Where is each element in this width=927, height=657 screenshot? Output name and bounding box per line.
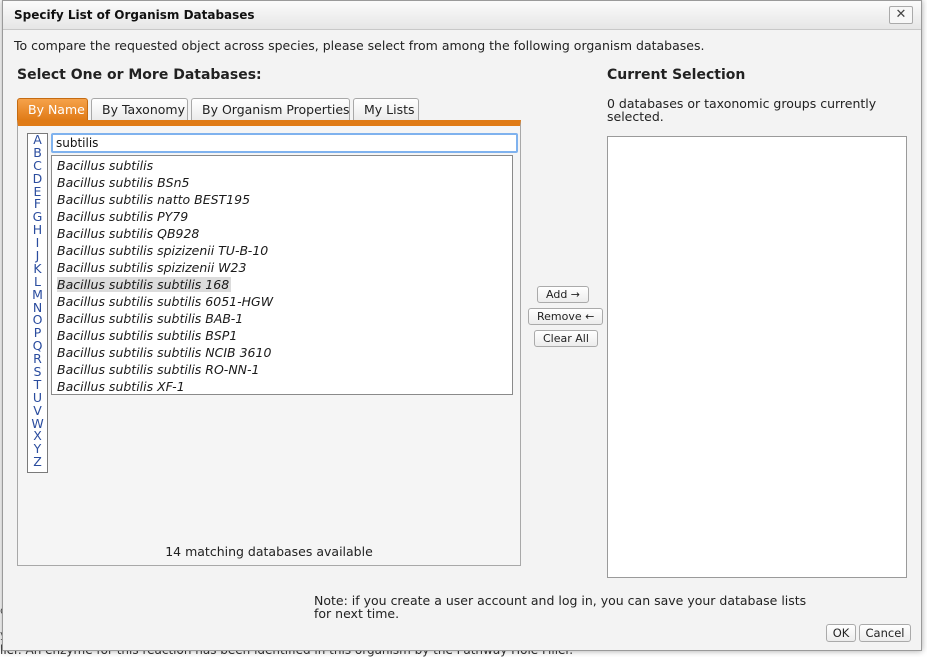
ok-button[interactable]: OK: [826, 624, 856, 642]
list-item[interactable]: Bacillus subtilis XF-1: [52, 378, 512, 395]
list-item-label: Bacillus subtilis subtilis BSP1: [57, 328, 238, 343]
remove-button[interactable]: Remove ←: [528, 308, 604, 325]
select-databases-heading: Select One or More Databases:: [17, 67, 262, 83]
selection-status-text: 0 databases or taxonomic groups currentl…: [607, 96, 877, 124]
list-item-label: Bacillus subtilis spizizenii W23: [57, 260, 247, 275]
close-button[interactable]: ✕: [889, 6, 913, 24]
list-item-label: Bacillus subtilis spizizenii TU-B-10: [57, 243, 269, 258]
list-item-label: Bacillus subtilis BSn5: [57, 175, 190, 190]
add-button[interactable]: Add →: [537, 286, 590, 303]
tab-by-name[interactable]: By Name: [17, 98, 88, 120]
matching-databases-list[interactable]: Bacillus subtilis Bacillus subtilis BSn5 B…: [51, 155, 513, 395]
list-item-label: Bacillus subtilis QB928: [57, 226, 200, 241]
organism-databases-dialog: Specify List of Organism Databases ✕ To …: [2, 0, 922, 651]
list-item[interactable]: Bacillus subtilis subtilis RO-NN-1: [52, 361, 512, 378]
organism-search-input[interactable]: [51, 133, 518, 153]
list-item[interactable]: Bacillus subtilis natto BEST195: [52, 191, 512, 208]
list-item[interactable]: Bacillus subtilis subtilis BAB-1: [52, 310, 512, 327]
tab-by-organism-properties[interactable]: By Organism Properties: [191, 98, 350, 120]
match-count-text: 14 matching databases available: [165, 544, 373, 559]
list-item[interactable]: Bacillus subtilis subtilis 6051-HGW: [52, 293, 512, 310]
list-item-label: Bacillus subtilis subtilis 6051-HGW: [57, 294, 274, 309]
tab-by-taxonomy[interactable]: By Taxonomy: [91, 98, 188, 120]
cancel-button[interactable]: Cancel: [859, 624, 911, 642]
current-selection-heading: Current Selection: [607, 67, 746, 83]
by-name-panel: ABCDEFGHIJKLMNOPQRSTUVWXYZ Bacillus subt…: [17, 120, 521, 566]
list-item[interactable]: Bacillus subtilis spizizenii TU-B-10: [52, 242, 512, 259]
list-item-label: Bacillus subtilis subtilis BAB-1: [57, 311, 244, 326]
list-item-label: Bacillus subtilis subtilis 168: [57, 277, 232, 292]
dialog-titlebar: Specify List of Organism Databases ✕: [3, 1, 921, 30]
dialog-title: Specify List of Organism Databases: [14, 8, 255, 22]
list-item-label: Bacillus subtilis PY79: [57, 209, 189, 224]
list-item-label: Bacillus subtilis subtilis RO-NN-1: [57, 362, 260, 377]
list-item-label: Bacillus subtilis: [57, 158, 154, 173]
list-item-label: Bacillus subtilis subtilis NCIB 3610: [57, 345, 272, 360]
list-item[interactable]: Bacillus subtilis subtilis BSP1: [52, 327, 512, 344]
letter-index-z[interactable]: Z: [28, 455, 47, 469]
account-note-text: Note: if you create a user account and l…: [314, 593, 807, 621]
current-selection-list[interactable]: [607, 136, 907, 578]
list-item[interactable]: Bacillus subtilis: [52, 157, 512, 174]
list-item[interactable]: Bacillus subtilis QB928: [52, 225, 512, 242]
list-item[interactable]: Bacillus subtilis subtilis 168: [52, 276, 512, 293]
alphabet-index: ABCDEFGHIJKLMNOPQRSTUVWXYZ: [27, 133, 48, 473]
list-item-label: Bacillus subtilis XF-1: [57, 379, 185, 394]
dialog-intro-text: To compare the requested object across s…: [14, 38, 705, 53]
list-item[interactable]: Bacillus subtilis BSn5: [52, 174, 512, 191]
clear-all-button[interactable]: Clear All: [534, 330, 598, 347]
close-icon: ✕: [895, 7, 907, 22]
list-item[interactable]: Bacillus subtilis spizizenii W23: [52, 259, 512, 276]
list-item[interactable]: Bacillus subtilis PY79: [52, 208, 512, 225]
tab-my-lists[interactable]: My Lists: [353, 98, 419, 120]
list-item-label: Bacillus subtilis natto BEST195: [57, 192, 251, 207]
list-item[interactable]: Bacillus subtilis subtilis NCIB 3610: [52, 344, 512, 361]
